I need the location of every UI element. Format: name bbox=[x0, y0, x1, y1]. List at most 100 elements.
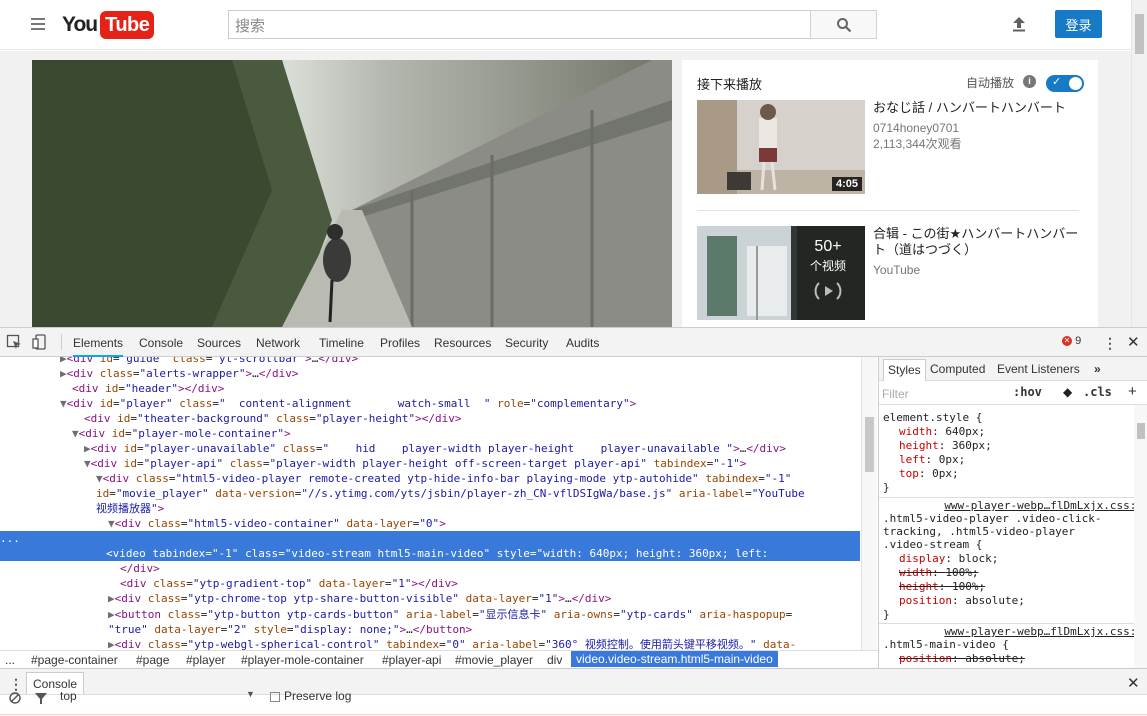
css-source-link[interactable]: www-player-webp…flDmLxjx.css:1 bbox=[944, 499, 1143, 512]
video-channel[interactable]: 0714honey0701 bbox=[873, 120, 959, 136]
tab-profiles[interactable]: Profiles bbox=[380, 336, 420, 350]
css-close-brace: } bbox=[883, 481, 890, 494]
cls-toggle[interactable]: .cls bbox=[1083, 385, 1112, 399]
upload-icon[interactable] bbox=[1009, 14, 1029, 34]
dom-node[interactable]: ▶<div id="player-unavailable" class=" hi… bbox=[84, 441, 786, 456]
css-declaration[interactable]: height: 360px; bbox=[899, 439, 992, 452]
css-declaration-overridden[interactable]: width: 100%; bbox=[899, 566, 979, 579]
more-tabs-icon[interactable]: » bbox=[1094, 362, 1101, 376]
video-player[interactable] bbox=[32, 60, 672, 327]
css-declaration[interactable]: display: block; bbox=[899, 552, 998, 565]
styles-filter[interactable]: Filter :hov ◆ .cls + bbox=[879, 381, 1147, 405]
breadcrumb: ... #page-container #page #player #playe… bbox=[0, 650, 878, 668]
dom-node[interactable]: ▼<div id="player-mole-container"> bbox=[72, 426, 291, 441]
info-icon[interactable]: i bbox=[1023, 75, 1036, 88]
hov-toggle[interactable]: :hov bbox=[1013, 385, 1042, 399]
css-declaration[interactable]: top: 0px; bbox=[899, 467, 959, 480]
autoplay-toggle[interactable]: ✓ bbox=[1046, 75, 1084, 92]
screen: You Tube 搜索 登录 接下来播放 自动播放 i ✓ 4:05 おなじ話 … bbox=[0, 0, 1147, 716]
playlist-thumbnail[interactable]: 50+ 个视频 bbox=[697, 226, 865, 320]
close-devtools-icon[interactable]: ✕ bbox=[1127, 333, 1140, 351]
tab-security[interactable]: Security bbox=[505, 336, 548, 350]
dom-node[interactable]: ▶<div class="ytp-webgl-spherical-control… bbox=[108, 637, 796, 650]
related-playlist-item[interactable]: 50+ 个视频 合辑 - この街★ハンバートハンバート（道はつづく） YouTu… bbox=[697, 226, 1087, 320]
playlist-channel[interactable]: YouTube bbox=[873, 262, 920, 278]
styles-scrollbar[interactable] bbox=[1134, 405, 1147, 668]
breadcrumb-item[interactable]: div bbox=[547, 653, 562, 667]
css-declaration-overridden[interactable]: position: absolute; bbox=[899, 652, 1025, 665]
dom-tree-scrollbar[interactable] bbox=[861, 357, 877, 650]
preserve-log-checkbox[interactable]: Preserve log bbox=[270, 689, 351, 703]
tab-event-listeners[interactable]: Event Listeners bbox=[997, 362, 1080, 376]
youtube-logo[interactable]: You Tube bbox=[62, 11, 155, 39]
tab-console[interactable]: Console bbox=[139, 336, 183, 350]
video-title[interactable]: おなじ話 / ハンバートハンバート bbox=[873, 100, 1083, 116]
css-declaration[interactable]: position: absolute; bbox=[899, 594, 1025, 607]
dom-node[interactable]: ▶<div id="guide" class="yt-scrollbar">…<… bbox=[60, 357, 358, 366]
console-drawer: ⋮ Console ✕ top ▼ Preserve log bbox=[0, 668, 1147, 716]
page-scrollbar[interactable] bbox=[1131, 0, 1147, 327]
dom-node[interactable]: <div class="ytp-gradient-top" data-layer… bbox=[120, 576, 458, 591]
breadcrumb-item[interactable]: #player-mole-container bbox=[241, 653, 364, 667]
dom-node[interactable]: ▼<div id="player" class=" content-alignm… bbox=[60, 396, 636, 411]
add-rule-icon[interactable]: + bbox=[1128, 383, 1137, 400]
related-video-item[interactable]: 4:05 おなじ話 / ハンバートハンバート 0714honey0701 2,1… bbox=[697, 100, 1087, 194]
search-input[interactable]: 搜索 bbox=[228, 10, 811, 39]
tab-resources[interactable]: Resources bbox=[434, 336, 491, 350]
tab-styles[interactable]: Styles bbox=[883, 359, 926, 381]
dom-node[interactable]: <div id="theater-background" class="play… bbox=[84, 411, 462, 426]
close-drawer-icon[interactable]: ✕ bbox=[1127, 674, 1140, 692]
css-selector[interactable]: element.style { bbox=[883, 411, 982, 424]
breadcrumb-item[interactable]: #page bbox=[136, 653, 169, 667]
devtools-toolbar: Elements Console Sources Network Timelin… bbox=[0, 328, 1147, 357]
css-declaration[interactable]: width: 640px; bbox=[899, 425, 985, 438]
dropdown-arrow-icon[interactable]: ▼ bbox=[246, 689, 255, 699]
tab-sources[interactable]: Sources bbox=[197, 336, 241, 350]
tab-computed[interactable]: Computed bbox=[930, 362, 985, 376]
context-selector[interactable]: top bbox=[60, 689, 77, 703]
dom-node[interactable]: ▼<div id="player-api" class="player-widt… bbox=[84, 456, 746, 471]
playlist-play-icon bbox=[814, 282, 842, 300]
breadcrumb-item-active[interactable]: video.video-stream.html5-main-video bbox=[571, 651, 778, 667]
breadcrumb-item[interactable]: #page-container bbox=[31, 653, 118, 667]
dom-node[interactable]: ▶<button class="ytp-button ytp-cards-but… bbox=[108, 607, 792, 622]
dom-node[interactable]: ▶<div class="ytp-chrome-top ytp-share-bu… bbox=[108, 591, 611, 606]
login-button[interactable]: 登录 bbox=[1055, 10, 1102, 38]
menu-icon[interactable] bbox=[31, 18, 45, 30]
css-close-brace: } bbox=[883, 608, 890, 621]
tab-elements[interactable]: Elements bbox=[73, 336, 124, 357]
dom-node[interactable]: ▶<div class="alerts-wrapper">…</div> bbox=[60, 366, 298, 381]
breadcrumb-item[interactable]: #movie_player bbox=[455, 653, 533, 667]
css-selector[interactable]: .html5-main-video { bbox=[883, 638, 1009, 651]
breadcrumb-item[interactable]: ... bbox=[5, 653, 15, 667]
inspect-element-icon[interactable] bbox=[6, 334, 22, 350]
filter-icon[interactable] bbox=[34, 691, 48, 705]
tab-audits[interactable]: Audits bbox=[566, 336, 599, 350]
clear-console-icon[interactable] bbox=[8, 691, 22, 705]
more-options-icon[interactable]: ⋮ bbox=[1103, 335, 1117, 352]
playlist-title[interactable]: 合辑 - この街★ハンバートハンバート（道はつづく） bbox=[873, 226, 1083, 258]
video-frame bbox=[32, 60, 672, 327]
playlist-count: 50+ bbox=[814, 238, 842, 255]
css-selector[interactable]: .html5-video-player .video-click- bbox=[883, 512, 1102, 525]
tab-network[interactable]: Network bbox=[256, 336, 300, 350]
dom-node[interactable]: <div id="header"></div> bbox=[72, 381, 224, 396]
css-source-link[interactable]: www-player-webp…flDmLxjx.css:1 bbox=[944, 625, 1143, 638]
breadcrumb-item[interactable]: #player-api bbox=[382, 653, 441, 667]
dom-tree[interactable]: ▶<div id="guide" class="yt-scrollbar">…<… bbox=[0, 357, 860, 650]
color-format-icon[interactable]: ◆ bbox=[1063, 385, 1072, 399]
dom-node[interactable]: ▼<div class="html5-video-player remote-c… bbox=[96, 471, 791, 486]
video-thumbnail[interactable]: 4:05 bbox=[697, 100, 865, 194]
breadcrumb-item[interactable]: #player bbox=[186, 653, 225, 667]
video-views: 2,113,344次观看 bbox=[873, 137, 962, 151]
error-count-badge[interactable]: ✕ 9 bbox=[1062, 335, 1081, 347]
selected-dom-node[interactable]: ... <video tabindex="-1" class="video-st… bbox=[0, 531, 860, 575]
css-declaration[interactable]: left: 0px; bbox=[899, 453, 965, 466]
css-declaration-overridden[interactable]: height: 100%; bbox=[899, 580, 985, 593]
dom-node-continued: 视频播放器"> bbox=[96, 502, 165, 515]
dom-node[interactable]: ▼<div class="html5-video-container" data… bbox=[108, 516, 446, 531]
tab-timeline[interactable]: Timeline bbox=[319, 336, 364, 350]
device-mode-icon[interactable] bbox=[32, 334, 48, 350]
search-button[interactable] bbox=[810, 10, 877, 39]
filter-input[interactable]: Filter bbox=[882, 387, 909, 401]
